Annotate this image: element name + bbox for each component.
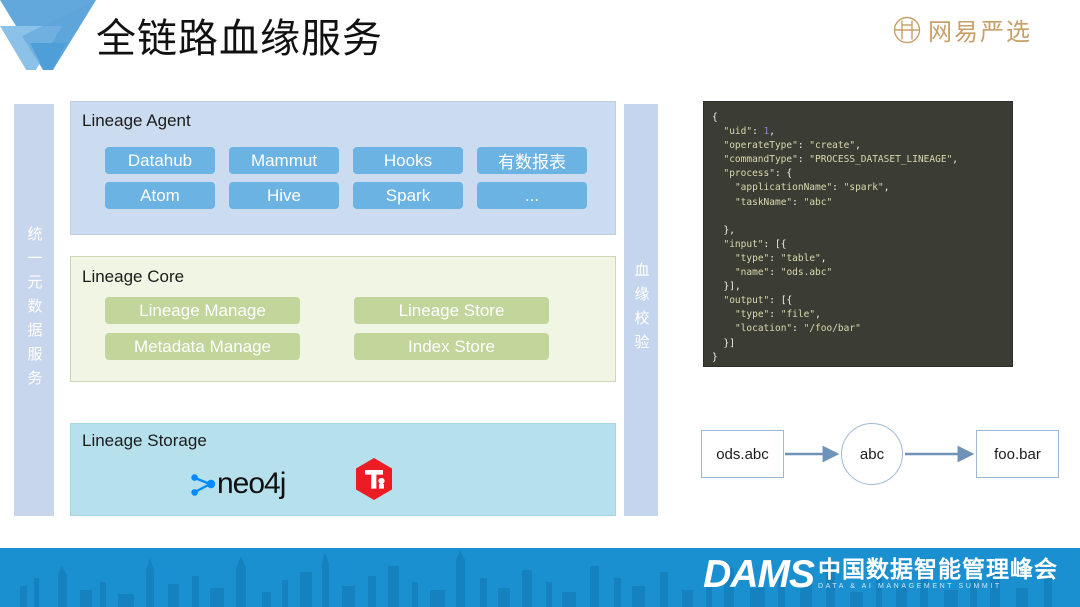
panel-title: Lineage Core xyxy=(82,267,185,286)
flow-process-node[interactable]: abc xyxy=(841,423,903,485)
agent-tag-grid: Datahub Mammut Hooks 有数报表 Atom Hive Spar… xyxy=(105,147,587,209)
slide-canvas: 全链路血缘服务 网易严选 统一元数据服务 血缘校验 Lineage Agent … xyxy=(0,0,1080,607)
tag-index-store[interactable]: Index Store xyxy=(354,333,549,360)
panel-title: Lineage Agent xyxy=(82,111,191,130)
brand-text: 网易严选 xyxy=(928,19,1032,46)
lineage-json-payload: { "uid": 1, "operateType": "create", "co… xyxy=(703,101,1013,367)
tag-mammut[interactable]: Mammut xyxy=(229,147,339,174)
neo4j-node-icon xyxy=(191,474,216,496)
panel-lineage-core: Lineage Core Lineage Manage Lineage Stor… xyxy=(70,256,616,382)
tag-metadata-manage[interactable]: Metadata Manage xyxy=(105,333,300,360)
rail-lineage-validation: 血缘校验 xyxy=(624,104,658,516)
footer-banner: DAMS 中国数据智能管理峰会 DATA & AI MANAGEMENT SUM… xyxy=(0,548,1080,607)
panel-lineage-storage: Lineage Storage neo4j xyxy=(70,423,616,516)
rail-unified-metadata-service: 统一元数据服务 xyxy=(14,104,54,516)
neo4j-wordmark: neo4j xyxy=(217,467,286,500)
core-tag-grid: Lineage Manage Lineage Store Metadata Ma… xyxy=(105,297,549,360)
flow-source-table[interactable]: ods.abc xyxy=(701,430,784,478)
footer-title-en: DATA & AI MANAGEMENT SUMMIT xyxy=(818,583,1002,590)
tag-youshu-report[interactable]: 有数报表 xyxy=(477,147,587,174)
circle-grid-icon xyxy=(893,16,921,43)
flow-target-file[interactable]: foo.bar xyxy=(976,430,1059,478)
footer-title-cn: 中国数据智能管理峰会 xyxy=(818,556,1058,582)
triangle-w-logo-icon xyxy=(0,0,96,78)
panel-title: Lineage Storage xyxy=(82,431,207,450)
tag-lineage-manage[interactable]: Lineage Manage xyxy=(105,297,300,324)
dams-wordmark: DAMS xyxy=(703,553,815,596)
tag-datahub[interactable]: Datahub xyxy=(105,147,215,174)
tag-hive[interactable]: Hive xyxy=(229,182,339,209)
footer-brand: DAMS 中国数据智能管理峰会 DATA & AI MANAGEMENT SUM… xyxy=(703,555,1058,594)
tag-spark[interactable]: Spark xyxy=(353,182,463,209)
tag-atom[interactable]: Atom xyxy=(105,182,215,209)
tag-more[interactable]: ... xyxy=(477,182,587,209)
neo4j-logo: neo4j xyxy=(191,467,286,501)
tag-lineage-store[interactable]: Lineage Store xyxy=(354,297,549,324)
page-title: 全链路血缘服务 xyxy=(96,17,383,61)
tidb-logo xyxy=(356,458,392,500)
panel-lineage-agent: Lineage Agent Datahub Mammut Hooks 有数报表 … xyxy=(70,101,616,235)
tag-hooks[interactable]: Hooks xyxy=(353,147,463,174)
brand-logo: 网易严选 xyxy=(893,12,1032,47)
lineage-flow-diagram: ods.abc abc foo.bar xyxy=(700,418,1062,490)
